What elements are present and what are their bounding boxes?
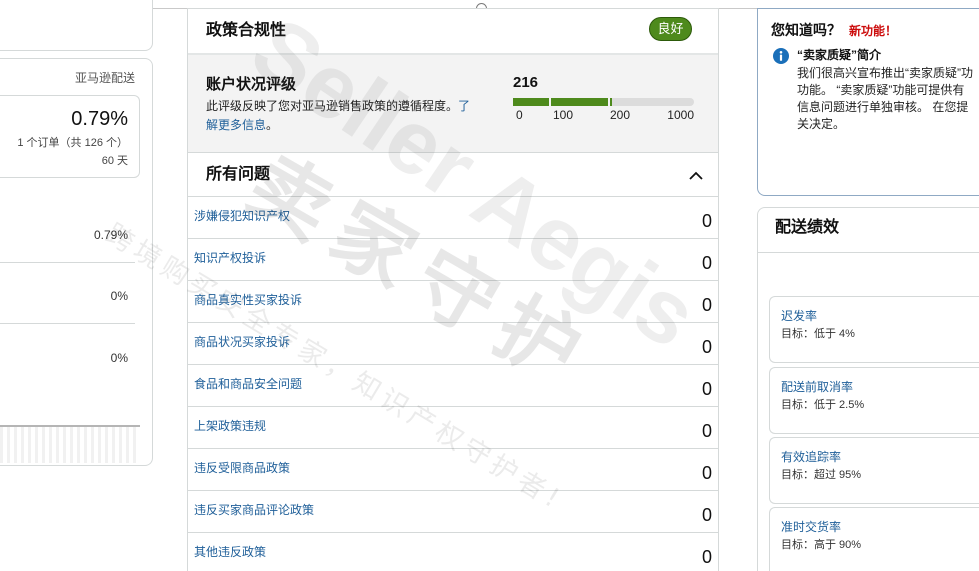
policy-compliance-card: 政策合规性 良好 账户状况评级 此评级反映了您对亚马逊销售政策的遵循程度。了解更… bbox=[187, 8, 719, 571]
ahr-bar-fill bbox=[513, 98, 549, 106]
shipping-performance-card: 配送绩效 迟发率 目标：低于 4% 配送前取消率 目标：低于 2.5% 有效追踪… bbox=[757, 207, 979, 571]
metric-target: 目标：低于 4% bbox=[781, 328, 855, 340]
issue-link[interactable]: 食品和商品安全问题 bbox=[194, 376, 302, 392]
ahr-scale-label: 100 bbox=[553, 108, 574, 122]
account-health-page: 亚马逊配送 0.79% 1 个订单（共 126 个） 60 天 0.79% 0%… bbox=[0, 0, 979, 571]
metric-value-2: 0% bbox=[110, 289, 128, 303]
info-icon bbox=[773, 48, 789, 64]
odr-value: 0.79% bbox=[71, 108, 128, 130]
shipping-metric-late-shipment[interactable]: 迟发率 目标：低于 4% bbox=[769, 296, 979, 363]
account-health-rating: 账户状况评级 此评级反映了您对亚马逊销售政策的遵循程度。了解更多信息。 216 … bbox=[188, 55, 718, 153]
shipping-performance-header: 配送绩效 bbox=[758, 208, 979, 253]
issue-row: 其他违反政策 0 bbox=[188, 533, 718, 571]
issue-link[interactable]: 商品真实性买家投诉 bbox=[194, 292, 302, 308]
issue-link[interactable]: 知识产权投诉 bbox=[194, 250, 266, 266]
body-line: 我们很高兴宣布推出“卖家质疑”功 bbox=[797, 66, 973, 80]
order-defect-rate-box[interactable]: 0.79% 1 个订单（共 126 个） 60 天 bbox=[0, 95, 140, 178]
odr-order-count: 1 个订单（共 126 个） bbox=[17, 137, 128, 149]
issue-count: 0 bbox=[701, 379, 712, 399]
seller-challenge-body: 我们很高兴宣布推出“卖家质疑”功 功能。 “卖家质疑”功能可提供有 信息问题进行… bbox=[797, 65, 979, 133]
issue-count: 0 bbox=[701, 337, 712, 357]
issue-link[interactable]: 上架政策违规 bbox=[194, 418, 266, 434]
metric-target: 目标：高于 90% bbox=[781, 539, 862, 551]
new-feature-tag: 新功能！ bbox=[849, 24, 898, 38]
issue-count: 0 bbox=[701, 421, 712, 441]
shipping-performance-title: 配送绩效 bbox=[775, 219, 840, 236]
issue-link[interactable]: 其他违反政策 bbox=[194, 544, 266, 560]
body-line: 关决定。 bbox=[797, 117, 846, 131]
did-you-know-card: 您知道吗？ 新功能！ “卖家质疑”简介 我们很高兴宣布推出“卖家质疑”功 功能。 … bbox=[757, 8, 979, 196]
did-you-know-title: 您知道吗？ 新功能！ bbox=[771, 21, 897, 40]
issue-count: 0 bbox=[701, 295, 712, 315]
ahr-bar-segment-100-200 bbox=[551, 98, 608, 106]
metric-value-1: 0.79% bbox=[93, 228, 128, 242]
issue-row: 商品真实性买家投诉 0 bbox=[188, 281, 718, 323]
collapse-button[interactable] bbox=[687, 169, 705, 181]
all-issues-title: 所有问题 bbox=[206, 166, 271, 183]
odr-period: 60 天 bbox=[101, 155, 128, 167]
issue-link[interactable]: 违反买家商品评论政策 bbox=[194, 502, 314, 518]
ahr-bar-fill bbox=[610, 98, 612, 106]
ahr-description: 此评级反映了您对亚马逊销售政策的遵循程度。了解更多信息。 bbox=[206, 97, 478, 135]
fba-column-header: 亚马逊配送 bbox=[74, 71, 135, 85]
ahr-scale-label: 200 bbox=[610, 108, 631, 122]
ahr-bar-segment-200-1000 bbox=[610, 98, 694, 106]
chevron-up-icon bbox=[689, 171, 703, 180]
policy-compliance-header: 政策合规性 良好 bbox=[188, 9, 718, 55]
shipping-metric-cancel-rate[interactable]: 配送前取消率 目标：低于 2.5% bbox=[769, 367, 979, 434]
body-line: 信息问题进行单独审核。 在您提 bbox=[797, 100, 969, 114]
issue-count: 0 bbox=[701, 547, 712, 567]
divider bbox=[0, 323, 135, 324]
ahr-title: 账户状况评级 bbox=[206, 76, 297, 93]
metric-target: 目标：低于 2.5% bbox=[781, 399, 865, 411]
issue-count: 0 bbox=[701, 253, 712, 273]
issue-link[interactable]: 违反受限商品政策 bbox=[194, 460, 290, 476]
metric-name-link[interactable]: 准时交货率 bbox=[781, 519, 841, 535]
customer-service-card: 亚马逊配送 0.79% 1 个订单（共 126 个） 60 天 0.79% 0%… bbox=[0, 58, 153, 466]
issue-link[interactable]: 商品状况买家投诉 bbox=[194, 334, 290, 350]
shipping-metric-on-time-delivery[interactable]: 准时交货率 目标：高于 90% bbox=[769, 507, 979, 571]
left-top-card bbox=[0, 0, 153, 51]
issue-count: 0 bbox=[701, 505, 712, 525]
ahr-score: 216 bbox=[513, 74, 539, 91]
issue-row: 违反受限商品政策 0 bbox=[188, 449, 718, 491]
ahr-scale-label: 0 bbox=[516, 108, 523, 122]
issue-row: 涉嫌侵犯知识产权 0 bbox=[188, 197, 718, 239]
body-line: 功能。 “卖家质疑”功能可提供有 bbox=[797, 83, 965, 97]
issue-row: 知识产权投诉 0 bbox=[188, 239, 718, 281]
metric-value-3: 0% bbox=[110, 351, 128, 365]
chart-placeholder bbox=[0, 427, 140, 463]
ahr-bar-fill bbox=[551, 98, 608, 106]
metric-name-link[interactable]: 有效追踪率 bbox=[781, 449, 841, 465]
status-badge: 良好 bbox=[649, 17, 692, 41]
issue-row: 食品和商品安全问题 0 bbox=[188, 365, 718, 407]
issue-row: 违反买家商品评论政策 0 bbox=[188, 491, 718, 533]
issue-count: 0 bbox=[701, 463, 712, 483]
policy-compliance-title: 政策合规性 bbox=[206, 22, 287, 39]
issue-row: 上架政策违规 0 bbox=[188, 407, 718, 449]
ahr-description-end: 。 bbox=[266, 118, 279, 132]
divider bbox=[0, 262, 135, 263]
issue-row: 商品状况买家投诉 0 bbox=[188, 323, 718, 365]
seller-challenge-heading: “卖家质疑”简介 bbox=[797, 48, 882, 62]
did-you-know-title-text: 您知道吗？ bbox=[771, 22, 841, 38]
all-issues-header: 所有问题 bbox=[188, 153, 718, 197]
metric-name-link[interactable]: 配送前取消率 bbox=[781, 379, 853, 395]
ahr-bar-segment-0-100 bbox=[513, 98, 549, 106]
ahr-score-bar bbox=[513, 98, 694, 106]
metric-name-link[interactable]: 迟发率 bbox=[781, 308, 817, 324]
metric-target: 目标：超过 95% bbox=[781, 469, 862, 481]
shipping-metric-valid-tracking[interactable]: 有效追踪率 目标：超过 95% bbox=[769, 437, 979, 504]
ahr-description-text: 此评级反映了您对亚马逊销售政策的遵循程度。 bbox=[206, 99, 459, 113]
issue-count: 0 bbox=[701, 211, 712, 231]
ahr-scale-label: 1000 bbox=[667, 108, 694, 122]
issue-link[interactable]: 涉嫌侵犯知识产权 bbox=[194, 208, 290, 224]
issues-list: 涉嫌侵犯知识产权 0 知识产权投诉 0 商品真实性买家投诉 0 商品状况买家投诉… bbox=[188, 197, 718, 571]
ahr-scale: 0 100 200 1000 bbox=[513, 108, 694, 122]
